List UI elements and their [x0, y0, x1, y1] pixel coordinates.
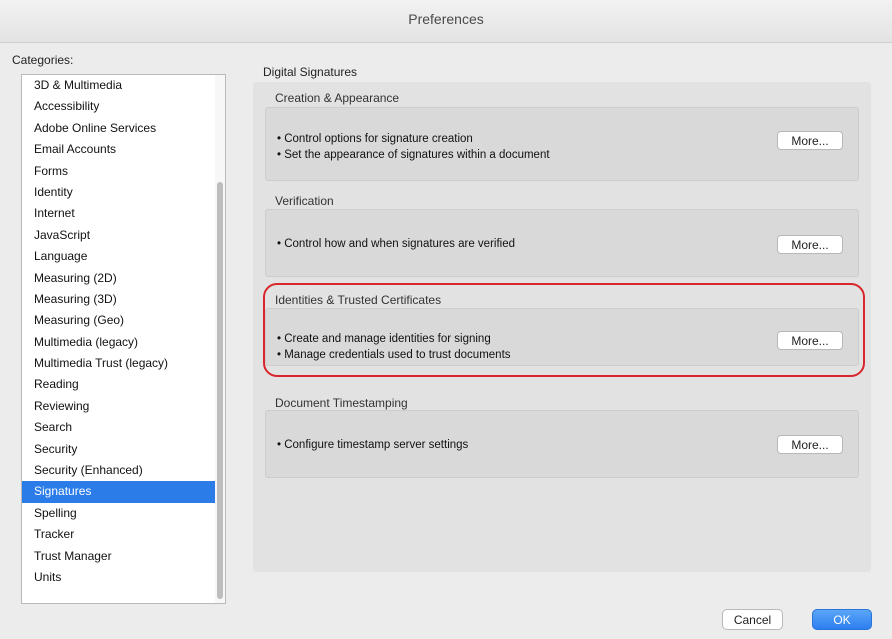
category-item[interactable]: Identity [22, 182, 215, 203]
group-label-document-timestamping: Document Timestamping [275, 396, 408, 410]
document-timestamping-description: • Configure timestamp server settings [277, 437, 468, 453]
description-line: • Control how and when signatures are ve… [277, 238, 515, 250]
category-item[interactable]: Tracker [22, 524, 215, 545]
group-verification: • Control how and when signatures are ve… [265, 209, 859, 277]
category-item[interactable]: Measuring (3D) [22, 289, 215, 310]
category-item[interactable]: Adobe Online Services [22, 118, 215, 139]
description-line: • Set the appearance of signatures withi… [277, 149, 550, 161]
category-item[interactable]: Trust Manager [22, 546, 215, 567]
category-item[interactable]: Spelling [22, 503, 215, 524]
category-item[interactable]: Reviewing [22, 396, 215, 417]
group-label-creation-appearance: Creation & Appearance [275, 91, 400, 105]
verification-description: • Control how and when signatures are ve… [277, 236, 515, 252]
category-item[interactable]: Multimedia (legacy) [22, 332, 215, 353]
category-item[interactable]: Measuring (2D) [22, 268, 215, 289]
category-item[interactable]: Security (Enhanced) [22, 460, 215, 481]
verification-more-button[interactable]: More... [777, 235, 843, 254]
window-title: Preferences [408, 11, 484, 27]
identities-certificates-more-button[interactable]: More... [777, 331, 843, 350]
group-label-verification: Verification [275, 194, 334, 208]
section-title: Digital Signatures [263, 65, 358, 79]
category-item[interactable]: Email Accounts [22, 139, 215, 160]
description-line: • Create and manage identities for signi… [277, 333, 491, 345]
category-item[interactable]: Search [22, 417, 215, 438]
categories-items: 3D & Multimedia Accessibility Adobe Online… [22, 75, 215, 588]
cancel-button[interactable]: Cancel [722, 609, 783, 630]
category-item[interactable]: Internet [22, 203, 215, 224]
group-label-identities-certificates: Identities & Trusted Certificates [275, 293, 442, 307]
ok-button[interactable]: OK [812, 609, 872, 630]
category-item[interactable]: Reading [22, 374, 215, 395]
categories-scrollbar[interactable] [215, 75, 225, 603]
category-item[interactable]: JavaScript [22, 225, 215, 246]
creation-appearance-description: • Control options for signature creation… [277, 131, 550, 163]
group-document-timestamping: • Configure timestamp server settings Mo… [265, 410, 859, 478]
category-item[interactable]: Multimedia Trust (legacy) [22, 353, 215, 374]
category-item[interactable]: Accessibility [22, 96, 215, 117]
document-timestamping-more-button[interactable]: More... [777, 435, 843, 454]
categories-label: Categories: [12, 53, 74, 67]
title-bar: Preferences [0, 0, 892, 43]
category-item[interactable]: Forms [22, 161, 215, 182]
description-line: • Control options for signature creation [277, 133, 473, 145]
creation-appearance-more-button[interactable]: More... [777, 131, 843, 150]
scrollbar-thumb[interactable] [217, 182, 223, 599]
category-item[interactable]: Units [22, 567, 215, 588]
category-item[interactable]: Measuring (Geo) [22, 310, 215, 331]
description-line: • Configure timestamp server settings [277, 439, 469, 451]
group-creation-appearance: • Control options for signature creation… [265, 107, 859, 181]
description-line: • Manage credentials used to trust docum… [277, 349, 511, 361]
categories-list[interactable]: 3D & Multimedia Accessibility Adobe Online… [21, 74, 226, 604]
group-identities-certificates: • Create and manage identities for signi… [265, 308, 859, 366]
category-item[interactable]: 3D & Multimedia [22, 75, 215, 96]
category-item[interactable]: Signatures [22, 481, 215, 503]
category-item[interactable]: Language [22, 246, 215, 267]
category-item[interactable]: Security [22, 439, 215, 460]
identities-certificates-description: • Create and manage identities for signi… [277, 331, 511, 363]
